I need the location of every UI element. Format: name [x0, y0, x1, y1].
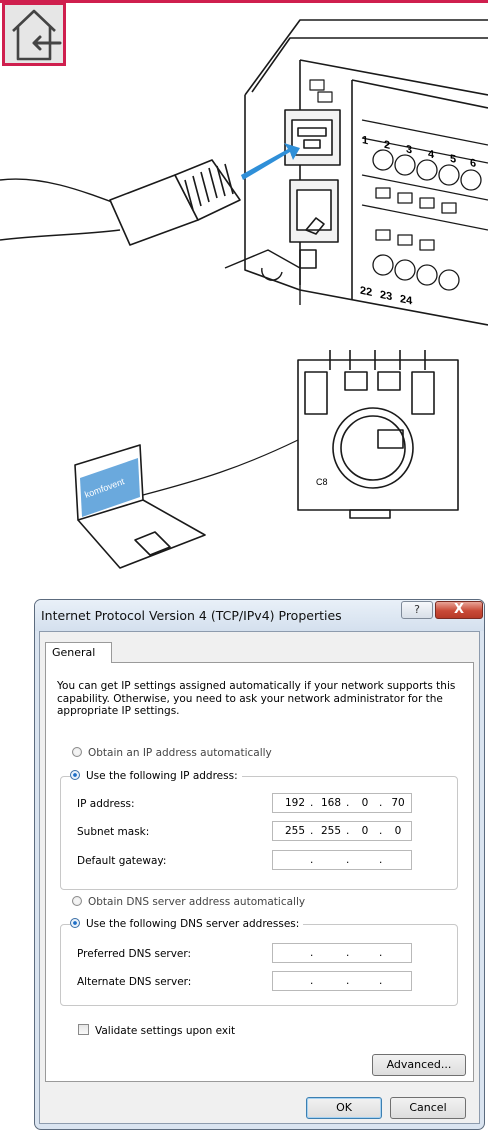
ethernet-cable: [0, 178, 121, 241]
ok-button[interactable]: OK: [306, 1097, 382, 1119]
alternate-dns-label: Alternate DNS server:: [77, 976, 192, 988]
checkbox-icon: [78, 1024, 89, 1035]
controller-housing: [244, 19, 488, 326]
home-back-icon: [12, 9, 62, 61]
dns-server-group: [60, 924, 458, 1006]
controller-label: C8: [316, 477, 328, 487]
obtain-dns-auto-label: Obtain DNS server address automatically: [88, 896, 306, 908]
use-following-ip-radio[interactable]: Use the following IP address:: [70, 769, 242, 783]
terminal-number: 2: [384, 139, 390, 152]
obtain-ip-auto-label: Obtain an IP address automatically: [88, 747, 272, 759]
terminal-number: 24: [400, 293, 413, 308]
ip-address-input[interactable]: 192. 168. 0. 70: [272, 793, 412, 813]
subnet-mask-input[interactable]: 255. 255. 0. 0: [272, 821, 412, 841]
alternate-dns-input[interactable]: ...: [272, 971, 412, 991]
use-following-ip-label: Use the following IP address:: [86, 770, 238, 782]
terminal-number: 4: [428, 148, 435, 161]
use-following-dns-label: Use the following DNS server addresses:: [86, 918, 300, 930]
use-following-dns-radio[interactable]: Use the following DNS server addresses:: [70, 917, 304, 931]
advanced-button[interactable]: Advanced...: [372, 1054, 466, 1076]
default-gateway-label: Default gateway:: [77, 855, 167, 867]
terminal-number: 22: [360, 285, 372, 299]
dialog-titlebar: Internet Protocol Version 4 (TCP/IPv4) P…: [35, 600, 484, 631]
help-button[interactable]: ?: [401, 601, 433, 619]
radio-checked-icon: [70, 770, 80, 780]
radio-unchecked-icon: [72, 747, 82, 757]
close-button[interactable]: X: [435, 601, 483, 619]
tab-general[interactable]: General: [45, 642, 112, 663]
cancel-button[interactable]: Cancel: [390, 1097, 466, 1119]
dialog-title: Internet Protocol Version 4 (TCP/IPv4) P…: [41, 608, 342, 623]
validate-settings-checkbox[interactable]: Validate settings upon exit: [78, 1024, 235, 1037]
terminal-number: 5: [450, 153, 456, 166]
default-gateway-input[interactable]: ...: [272, 850, 412, 870]
preferred-dns-input[interactable]: ...: [272, 943, 412, 963]
ip-address-label: IP address:: [77, 798, 135, 810]
radio-checked-icon: [70, 918, 80, 928]
subnet-mask-label: Subnet mask:: [77, 826, 150, 838]
radio-unchecked-icon: [72, 896, 82, 906]
connection-illustration: komfovent 1 2 3 4 5 6 22 23 24 C8: [0, 19, 488, 569]
terminal-number: 1: [362, 134, 368, 147]
obtain-ip-auto-radio[interactable]: Obtain an IP address automatically: [72, 746, 272, 760]
terminal-number: 3: [406, 143, 412, 156]
intro-text: You can get IP settings assigned automat…: [57, 680, 456, 717]
validate-settings-label: Validate settings upon exit: [95, 1025, 236, 1037]
home-back-button[interactable]: [2, 2, 66, 66]
terminal-number: 6: [470, 157, 476, 170]
preferred-dns-label: Preferred DNS server:: [77, 948, 192, 960]
terminal-number: 23: [380, 289, 392, 303]
obtain-dns-auto-radio[interactable]: Obtain DNS server address automatically: [72, 895, 305, 909]
